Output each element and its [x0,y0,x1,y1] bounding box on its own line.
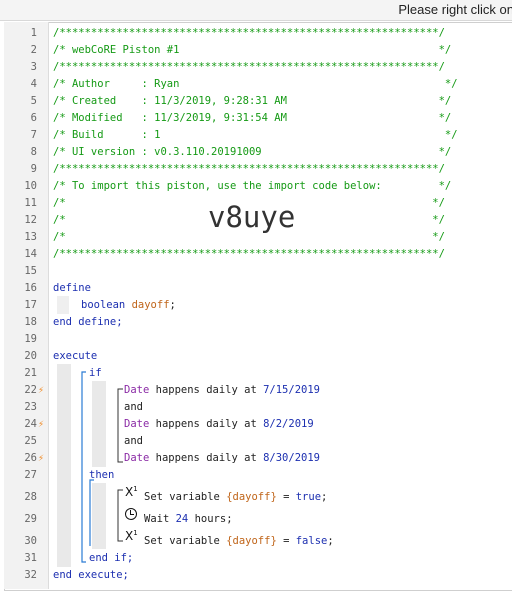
date-value: 7/15/2019 [263,384,320,396]
and-operator[interactable]: and [124,399,143,416]
date-subject: Date [124,452,150,464]
set-variable-action-2[interactable]: Set variable {dayoff} = false; [144,533,334,550]
wait-amount: 24 [175,513,189,525]
end-execute-keyword[interactable]: end execute; [53,567,129,584]
date-value: 8/30/2019 [263,452,320,464]
action-label: Wait [144,513,176,525]
equals: = [276,535,296,547]
wait-unit: hours; [188,513,233,525]
wait-action[interactable]: Wait 24 hours; [144,511,233,528]
action-label: Set variable [144,491,227,503]
if-keyword[interactable]: if [89,365,102,382]
condition-3[interactable]: Date happens daily at 8/30/2019 [124,450,320,467]
then-keyword[interactable]: then [89,467,114,484]
operator: happens daily at [149,418,264,430]
date-subject: Date [124,418,150,430]
operator: happens daily at [149,452,264,464]
value-false: false [295,535,328,547]
var-ref: {dayoff} [226,535,277,547]
value-true: true [295,491,322,503]
set-variable-action-1[interactable]: Set variable {dayoff} = true; [144,489,327,506]
date-subject: Date [124,384,150,396]
semicolon: ; [327,535,334,547]
set-variable-icon: X1 [125,529,138,543]
date-value: 8/2/2019 [263,418,314,430]
set-variable-icon: X1 [125,485,138,499]
block-brackets [81,371,123,563]
var-ref: {dayoff} [226,491,277,503]
operator: happens daily at [149,384,264,396]
action-label: Set variable [144,535,227,547]
condition-1[interactable]: Date happens daily at 7/15/2019 [124,382,320,399]
clock-icon [125,508,137,520]
equals: = [276,491,296,503]
end-if-keyword[interactable]: end if; [89,550,133,567]
semicolon: ; [321,491,328,503]
and-operator[interactable]: and [124,433,143,450]
condition-2[interactable]: Date happens daily at 8/2/2019 [124,416,314,433]
